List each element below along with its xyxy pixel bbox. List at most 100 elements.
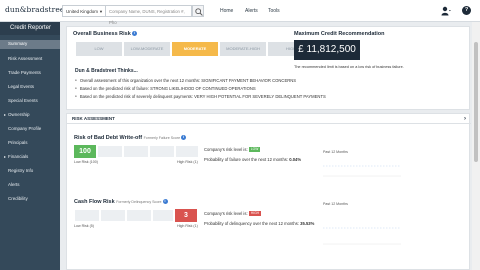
gauge-segment (175, 145, 199, 158)
scrollbar-thumb[interactable] (474, 42, 478, 162)
bad-debt-title-text: Risk of Bad Debt Write-off (74, 135, 143, 141)
assessment-bullet: Overall assessment of this organization … (75, 78, 296, 83)
top-bar: dun&bradstreet United Kingdom ▼ Company … (0, 0, 480, 25)
bad-debt-level: Company's risk level is: LOW (204, 147, 261, 152)
sidebar-item-financials[interactable]: ▸ Financials (0, 153, 60, 161)
bad-debt-prob-text: Probability of failure over the next 12 … (204, 157, 289, 162)
search-icon (195, 8, 203, 16)
chevron-down-icon: ▼ (99, 9, 103, 14)
cash-flow-score: 3 (175, 209, 197, 222)
nav-alerts[interactable]: Alerts (245, 8, 258, 14)
gauge-segment (152, 209, 174, 222)
cash-flow-prob-value: 35.53% (300, 221, 315, 226)
search-button[interactable] (192, 5, 204, 17)
gauge-segment (97, 145, 123, 158)
sidebar-item-label: Company Profile (8, 126, 42, 131)
gauge-segment (100, 209, 126, 222)
cash-flow-level: Company's risk level is: HIGH (204, 211, 262, 216)
gauge-segment (123, 145, 149, 158)
bad-debt-history-label: Past 12 Months (323, 150, 348, 154)
sidebar-title: Credit Reporter (0, 22, 60, 35)
caret-right-icon: ▸ (4, 112, 7, 117)
sidebar-item-company-profile[interactable]: Company Profile (0, 125, 60, 133)
sidebar-item-label: Legal Events (8, 84, 35, 89)
nav-tools[interactable]: Tools (268, 8, 280, 14)
info-icon[interactable]: i (181, 135, 187, 140)
sidebar-item-label: Trade Payments (8, 70, 41, 75)
sidebar-item-special-events[interactable]: Special Events (0, 97, 60, 105)
cash-flow-low-risk-label: Low Risk (5) (74, 224, 94, 228)
sidebar-item-label: Principals (8, 140, 28, 145)
credit-recommendation-title: Maximum Credit Recommendation (294, 31, 385, 37)
risk-assessment-label: RISK ASSESSMENT (72, 116, 115, 121)
cash-flow-high-risk-label: High Risk (1) (177, 224, 198, 228)
overall-risk-title: Overall Business Risk i (73, 31, 137, 37)
search-input[interactable]: Company Name, DUNS, Registration #, Pho (106, 5, 192, 25)
overview-card: Overall Business Risk i LOW LOW-MODERATE … (66, 26, 470, 110)
credit-note: The recommended limit is based on a low … (294, 65, 404, 69)
cash-flow-title-text: Cash Flow Risk (74, 199, 115, 205)
page-scrollbar[interactable] (472, 22, 480, 270)
sidebar-item-summary[interactable]: Summary (0, 40, 60, 49)
overall-risk-title-text: Overall Business Risk (73, 31, 131, 37)
risk-assessment-card: RISK ASSESSMENT › Risk of Bad Debt Write… (66, 113, 471, 270)
sidebar-item-label: Registry Info (8, 168, 34, 173)
sidebar-item-legal-events[interactable]: Legal Events (0, 83, 60, 91)
sidebar-item-label: Special Events (8, 98, 38, 103)
user-icon[interactable] (441, 6, 451, 16)
sidebar-item-label: Summary (8, 41, 28, 46)
info-icon[interactable]: i (162, 199, 168, 204)
dnb-logo[interactable]: dun&bradstreet (5, 5, 68, 14)
sidebar-item-label: Ownership (8, 112, 30, 117)
credit-amount: £ 11,812,500 (294, 40, 360, 60)
sidebar-item-label: Financials (8, 154, 29, 159)
sidebar: Credit Reporter Summary Risk Assessment … (0, 22, 60, 270)
cash-flow-prob-text: Probability of delinquency over the next… (204, 221, 299, 226)
sidebar-item-ownership[interactable]: ▸ Ownership (0, 111, 60, 119)
caret-right-icon: ▸ (4, 154, 7, 159)
info-icon[interactable]: i (131, 31, 137, 36)
delinquency-bullet: Based on the predicted risk of severely … (75, 94, 326, 99)
country-select[interactable]: United Kingdom ▼ (62, 5, 106, 17)
cash-flow-probability: Probability of delinquency over the next… (204, 221, 314, 226)
help-icon[interactable]: ? (462, 6, 471, 15)
bad-debt-history-chart (323, 165, 401, 177)
sidebar-item-label: Alerts (8, 182, 20, 187)
cash-flow-title: Cash Flow Risk Formerly Delinquency Scor… (74, 199, 168, 205)
sidebar-item-label: Credibility (8, 196, 28, 201)
bad-debt-probability: Probability of failure over the next 12 … (204, 157, 301, 162)
bad-debt-low-risk-label: Low Risk (100) (74, 160, 98, 164)
gauge-segment (126, 209, 152, 222)
sidebar-item-registry-info[interactable]: Registry Info (0, 167, 60, 175)
risk-level-badge: HIGH (248, 211, 262, 216)
risk-level-low-moderate: LOW-MODERATE (123, 41, 171, 57)
bad-debt-high-risk-label: High Risk (1) (177, 160, 198, 164)
bad-debt-score: 100 (74, 145, 96, 158)
failure-bullet: Based on the predicted risk of failure: … (75, 86, 256, 91)
sidebar-item-label: Risk Assessment (8, 56, 43, 61)
risk-level-moderate: MODERATE (171, 41, 219, 57)
bad-debt-level-text: Company's risk level is: (204, 147, 248, 152)
bad-debt-prob-value: 0.04% (289, 157, 302, 162)
risk-level-low: LOW (75, 41, 123, 57)
sidebar-item-risk-assessment[interactable]: Risk Assessment (0, 55, 60, 63)
cash-flow-history-label: Past 12 Months (323, 202, 348, 206)
gauge-segment (74, 209, 100, 222)
bad-debt-subtitle: Formerly Failure Score (143, 136, 181, 140)
cash-flow-level-text: Company's risk level is: (204, 211, 248, 216)
gauge-segment (149, 145, 175, 158)
cash-flow-subtitle: Formerly Delinquency Score (116, 200, 162, 204)
country-select-value: United Kingdom (66, 9, 99, 14)
sidebar-item-trade-payments[interactable]: Trade Payments (0, 69, 60, 77)
dnb-thinks-title: Dun & Bradstreet Thinks... (75, 68, 138, 74)
cash-flow-history-chart (323, 227, 401, 245)
sidebar-item-credibility[interactable]: Credibility (0, 195, 60, 203)
risk-assessment-header[interactable]: RISK ASSESSMENT › (67, 114, 471, 124)
risk-level-moderate-high: MODERATE-HIGH (219, 41, 267, 57)
sidebar-item-alerts[interactable]: Alerts (0, 181, 60, 189)
sidebar-item-principals[interactable]: Principals (0, 139, 60, 147)
risk-level-badge: LOW (248, 147, 261, 152)
nav-home[interactable]: Home (220, 8, 233, 14)
chevron-right-icon: › (464, 116, 466, 122)
bad-debt-title: Risk of Bad Debt Write-off Formerly Fail… (74, 135, 187, 141)
